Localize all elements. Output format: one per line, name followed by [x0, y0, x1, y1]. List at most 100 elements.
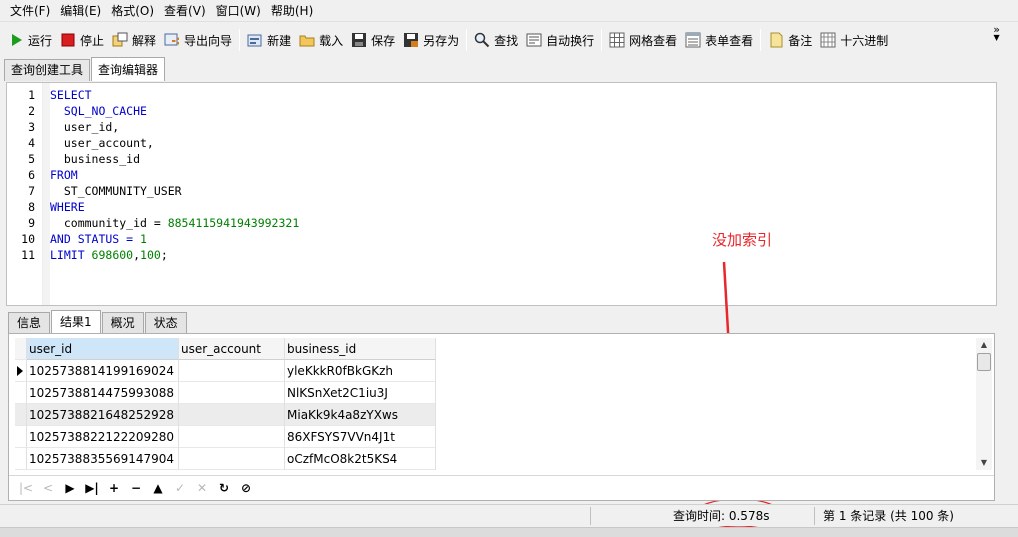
status-divider [814, 507, 815, 525]
stop-load-icon[interactable]: ⊘ [235, 479, 257, 497]
cell-business-id[interactable]: 86XFSYS7VVn4J1t [285, 426, 436, 448]
menu-help[interactable]: 帮助(H) [266, 0, 318, 22]
scroll-up-arrow-icon[interactable]: ▲ [976, 338, 992, 352]
result-grid: user_id user_account business_id 1025738… [15, 338, 436, 470]
cell-user-account[interactable] [179, 404, 285, 426]
export-wizard-button[interactable]: 导出向导 [160, 27, 236, 53]
menu-file[interactable]: 文件(F) [5, 0, 55, 22]
row-indicator[interactable] [15, 360, 27, 382]
table-row[interactable]: 1025738822122209280 86XFSYS7VVn4J1t [15, 426, 436, 448]
toolbar-overflow-chevron-icon[interactable]: » ▼ [993, 24, 1000, 42]
form-view-button[interactable]: 表单查看 [681, 27, 757, 53]
menu-edit[interactable]: 编辑(E) [55, 0, 106, 22]
sql-text: ST_COMMUNITY_USER [50, 184, 182, 198]
line-number: 7 [28, 184, 35, 198]
code-text: FROM [50, 167, 78, 183]
row-indicator[interactable] [15, 426, 27, 448]
post-edit-icon[interactable]: ✓ [169, 479, 191, 497]
tab-info[interactable]: 信息 [8, 312, 51, 333]
cell-user-account[interactable] [179, 448, 285, 470]
cell-user-account[interactable] [179, 426, 285, 448]
line-number: 3 [28, 120, 35, 134]
cell-user-account[interactable] [179, 382, 285, 404]
row-indicator-header [15, 338, 27, 360]
run-button[interactable]: 运行 [4, 27, 56, 53]
line-number: 2 [28, 104, 35, 118]
save-button[interactable]: 保存 [347, 27, 399, 53]
tab-profile[interactable]: 概况 [101, 312, 144, 333]
grid-icon [609, 32, 625, 48]
refresh-icon[interactable]: ↻ [213, 479, 235, 497]
sql-text: ; [160, 248, 168, 262]
memo-button[interactable]: 备注 [764, 27, 816, 53]
cell-business-id[interactable]: NlKSnXet2C1iu3J [285, 382, 436, 404]
menu-format[interactable]: 格式(O) [106, 0, 159, 22]
column-header-business-id[interactable]: business_id [285, 338, 436, 360]
explain-button[interactable]: 解释 [108, 27, 160, 53]
cell-business-id[interactable]: yleKkkR0fBkGKzh [285, 360, 436, 382]
cell-user-id[interactable]: 1025738814199169024 [27, 360, 179, 382]
code-line: 10 AND STATUS = 1 [7, 231, 992, 247]
find-button[interactable]: 查找 [470, 27, 522, 53]
new-query-icon [247, 32, 263, 48]
cell-user-id[interactable]: 1025738821648252928 [27, 404, 179, 426]
sql-keyword: SQL_NO_CACHE [50, 104, 147, 118]
row-indicator[interactable] [15, 448, 27, 470]
code-line: 11 LIMIT 698600,100; [7, 247, 992, 263]
code-lines: 1 SELECT 2 SQL_NO_CACHE 3 user_id, 4 user_ac… [7, 87, 992, 263]
save-as-button[interactable]: 另存为 [399, 27, 463, 53]
line-number: 9 [28, 216, 35, 230]
hex-button[interactable]: 十六进制 [816, 27, 892, 53]
toolbar-separator [466, 29, 468, 51]
sql-keyword: SELECT [50, 88, 92, 102]
vertical-scrollbar[interactable]: ▲ ▼ [976, 338, 992, 470]
prior-record-icon[interactable]: < [37, 479, 59, 497]
sql-editor[interactable]: 1 SELECT 2 SQL_NO_CACHE 3 user_id, 4 user_ac… [6, 82, 997, 306]
toolbar-separator [760, 29, 762, 51]
form-icon [685, 32, 701, 48]
add-record-icon[interactable]: + [103, 479, 125, 497]
delete-record-icon[interactable]: − [125, 479, 147, 497]
cell-user-account[interactable] [179, 360, 285, 382]
cell-user-id[interactable]: 1025738822122209280 [27, 426, 179, 448]
tab-query-builder[interactable]: 查询创建工具 [4, 59, 91, 81]
line-number: 4 [28, 136, 35, 150]
menu-view[interactable]: 查看(V) [159, 0, 211, 22]
scroll-down-arrow-icon[interactable]: ▼ [976, 456, 992, 470]
tab-result-1[interactable]: 结果1 [51, 310, 101, 333]
stop-button[interactable]: 停止 [56, 27, 108, 53]
cell-user-id[interactable]: 1025738835569147904 [27, 448, 179, 470]
table-row[interactable]: 1025738814475993088 NlKSnXet2C1iu3J [15, 382, 436, 404]
table-row[interactable]: 1025738835569147904 oCzfMcO8k2t5KS4 [15, 448, 436, 470]
grid-view-button[interactable]: 网格查看 [605, 27, 681, 53]
edit-record-icon[interactable]: ▲ [147, 479, 169, 497]
table-row[interactable]: 1025738814199169024 yleKkkR0fBkGKzh [15, 360, 436, 382]
new-button[interactable]: 新建 [243, 27, 295, 53]
cell-business-id[interactable]: MiaKk9k4a8zYXws [285, 404, 436, 426]
first-record-icon[interactable]: |< [15, 479, 37, 497]
scroll-thumb[interactable] [977, 353, 991, 371]
next-record-icon[interactable]: ▶ [59, 479, 81, 497]
code-text: SELECT [50, 87, 92, 103]
code-line: 8 WHERE [7, 199, 992, 215]
menu-window[interactable]: 窗口(W) [211, 0, 266, 22]
explain-label: 解释 [132, 33, 157, 48]
cell-user-id[interactable]: 1025738814475993088 [27, 382, 179, 404]
save-icon [351, 32, 367, 48]
code-line: 6 FROM [7, 167, 992, 183]
load-button[interactable]: 载入 [295, 27, 347, 53]
tab-status[interactable]: 状态 [144, 312, 187, 333]
sql-keyword: WHERE [50, 200, 85, 214]
cell-business-id[interactable]: oCzfMcO8k2t5KS4 [285, 448, 436, 470]
tab-query-editor[interactable]: 查询编辑器 [91, 57, 166, 81]
column-header-user-id[interactable]: user_id [27, 338, 179, 360]
row-indicator[interactable] [15, 404, 27, 426]
column-header-user-account[interactable]: user_account [179, 338, 285, 360]
row-indicator[interactable] [15, 382, 27, 404]
run-label: 运行 [28, 33, 53, 48]
cancel-edit-icon[interactable]: ✕ [191, 479, 213, 497]
memo-label: 备注 [788, 33, 813, 48]
last-record-icon[interactable]: ▶| [81, 479, 103, 497]
word-wrap-button[interactable]: 自动换行 [522, 27, 598, 53]
table-row[interactable]: 1025738821648252928 MiaKk9k4a8zYXws [15, 404, 436, 426]
